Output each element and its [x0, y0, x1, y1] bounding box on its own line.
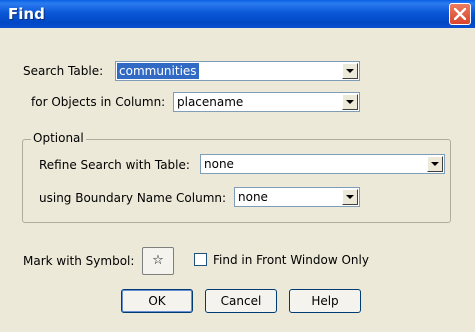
chevron-down-icon[interactable] — [342, 189, 358, 205]
optional-groupbox — [22, 139, 451, 223]
chevron-down-icon[interactable] — [342, 63, 358, 79]
cancel-button[interactable]: Cancel — [205, 289, 277, 313]
search-table-label: Search Table: — [23, 64, 104, 78]
optional-legend: Optional — [31, 131, 86, 145]
dialog-title: Find — [8, 5, 45, 23]
objects-column-label: for Objects in Column: — [31, 95, 166, 109]
close-icon — [454, 8, 466, 20]
chevron-down-icon[interactable] — [427, 156, 443, 172]
star-outline-icon: ☆ — [152, 253, 164, 268]
boundary-column-value: none — [238, 190, 268, 204]
close-button[interactable] — [449, 3, 471, 25]
find-dialog: Find Search Table: communities for Objec… — [0, 0, 475, 332]
ok-button[interactable]: OK — [121, 289, 193, 313]
refine-table-label: Refine Search with Table: — [39, 158, 190, 172]
symbol-button[interactable]: ☆ — [142, 247, 174, 275]
front-window-only-label[interactable]: Find in Front Window Only — [213, 253, 369, 267]
refine-table-value: none — [204, 157, 234, 171]
help-button[interactable]: Help — [289, 289, 361, 313]
objects-column-select[interactable]: placename — [173, 92, 360, 112]
objects-column-value: placename — [177, 95, 244, 109]
title-bar[interactable]: Find — [0, 0, 475, 28]
chevron-down-icon[interactable] — [342, 94, 358, 110]
refine-table-select[interactable]: none — [200, 154, 445, 174]
boundary-column-label: using Boundary Name Column: — [39, 191, 227, 205]
boundary-column-select[interactable]: none — [234, 187, 360, 207]
search-table-select[interactable]: communities — [115, 61, 360, 81]
search-table-value: communities — [117, 63, 199, 79]
front-window-only-checkbox[interactable] — [194, 253, 207, 266]
mark-symbol-label: Mark with Symbol: — [23, 254, 135, 268]
